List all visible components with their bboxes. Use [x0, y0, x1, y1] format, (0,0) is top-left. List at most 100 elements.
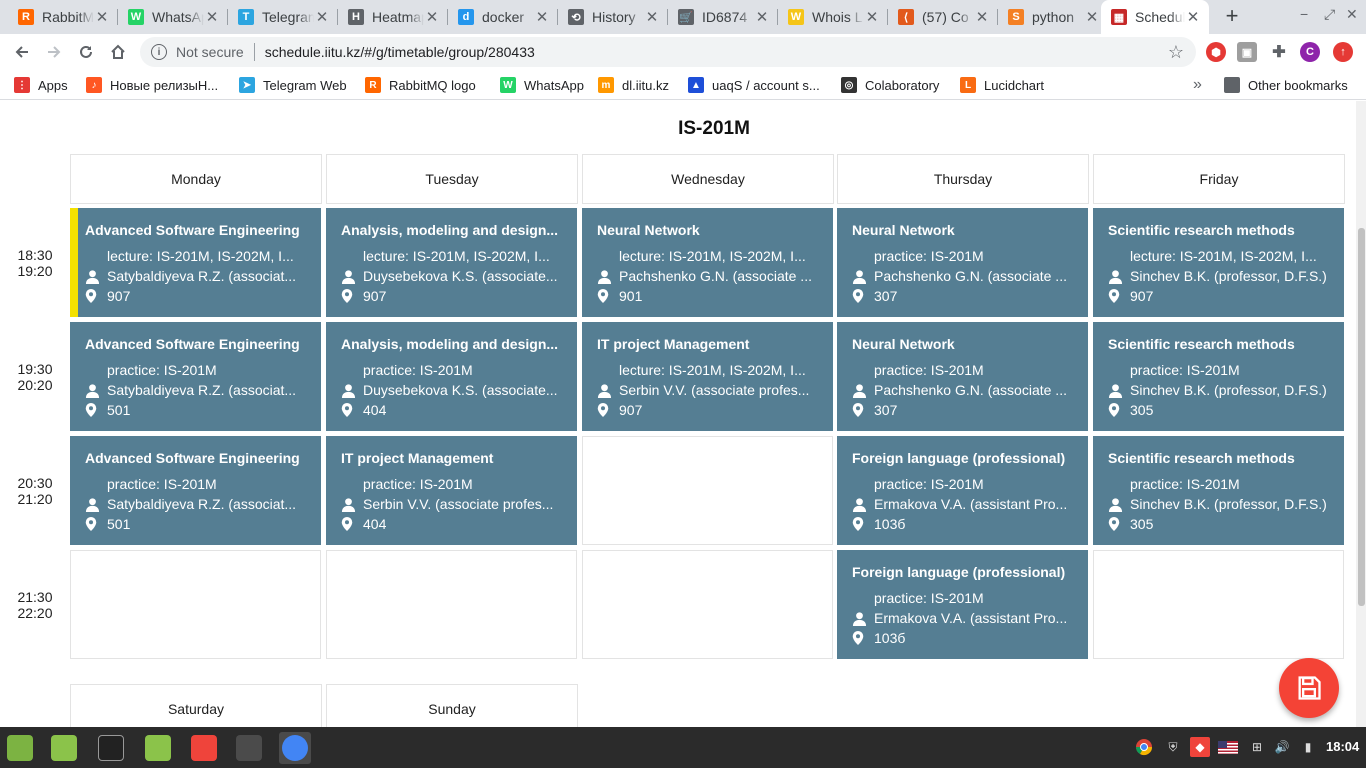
empty-slot[interactable] [582, 550, 833, 659]
lesson-card[interactable]: Analysis, modeling and design... practice… [326, 322, 577, 431]
lesson-card[interactable]: Foreign language (professional) practice:… [837, 436, 1088, 545]
time-slot-label: 18:30 19:20 [0, 247, 70, 279]
tab-favicon-icon: W [788, 9, 804, 25]
bookmark-item[interactable]: R RabbitMQ logo [365, 76, 476, 94]
lesson-card[interactable]: Advanced Software Engineering practice: I… [70, 322, 321, 431]
lesson-subject: Neural Network [597, 222, 700, 238]
location-pin-icon [1108, 517, 1130, 531]
volume-icon[interactable]: 🔊 [1272, 737, 1292, 757]
browser-tab[interactable]: W Whois L ✕ [778, 0, 888, 34]
lesson-teacher: Ermakova V.A. (assistant Pro... [874, 496, 1068, 512]
chrome-icon[interactable] [279, 732, 311, 764]
new-tab-button[interactable]: + [1220, 5, 1244, 29]
reload-button[interactable] [73, 39, 99, 65]
sublime-icon[interactable] [233, 732, 265, 764]
save-button[interactable] [1279, 658, 1339, 718]
home-button[interactable] [105, 39, 131, 65]
bookmark-item[interactable]: L Lucidchart [960, 76, 1044, 94]
bookmarks-overflow-button[interactable]: » [1193, 76, 1202, 94]
browser-tab[interactable]: 🛒 ID6874 ✕ [668, 0, 778, 34]
tab-close-icon[interactable]: ✕ [1084, 8, 1100, 26]
minimize-button[interactable]: − [1300, 6, 1308, 22]
lesson-card[interactable]: Foreign language (professional) practice:… [837, 550, 1088, 659]
lesson-card[interactable]: Scientific research methods lecture: IS-2… [1093, 208, 1344, 317]
page-scrollbar-thumb[interactable] [1358, 228, 1365, 606]
lesson-card[interactable]: Neural Network practice: IS-201M Pachshenk… [837, 208, 1088, 317]
address-bar[interactable]: i Not secure schedule.iitu.kz/#/g/timeta… [140, 37, 1196, 67]
lesson-card[interactable]: IT project Management lecture: IS-201M, I… [582, 322, 833, 431]
lesson-card[interactable]: Advanced Software Engineering practice: I… [70, 436, 321, 545]
tab-close-icon[interactable]: ✕ [644, 8, 660, 26]
taskbar-clock[interactable]: 18:04 [1326, 739, 1359, 754]
back-button[interactable] [9, 39, 35, 65]
lesson-room-row: 307 [852, 288, 1078, 304]
tab-close-icon[interactable]: ✕ [204, 8, 220, 26]
tab-close-icon[interactable]: ✕ [94, 8, 110, 26]
day-header: Tuesday [326, 154, 578, 204]
anydesk-icon[interactable] [188, 732, 220, 764]
bookmark-item[interactable]: ⋮ Apps [14, 76, 68, 94]
extensions-puzzle-icon[interactable]: ✚ [1269, 42, 1289, 62]
tab-close-icon[interactable]: ✕ [534, 8, 550, 26]
terminal-icon[interactable] [95, 732, 127, 764]
bookmark-star-icon[interactable]: ☆ [1168, 42, 1184, 63]
keyboard-layout-flag-icon[interactable] [1218, 737, 1238, 757]
tab-close-icon[interactable]: ✕ [864, 8, 880, 26]
location-pin-icon [1108, 289, 1130, 303]
empty-slot[interactable] [1093, 550, 1344, 659]
tab-close-icon[interactable]: ✕ [974, 8, 990, 26]
browser-tab[interactable]: d docker ✕ [448, 0, 558, 34]
info-icon[interactable]: i [151, 44, 167, 60]
browser-tab[interactable]: Spython ✕ [998, 0, 1108, 34]
lesson-card[interactable]: Neural Network lecture: IS-201M, IS-202M,… [582, 208, 833, 317]
bookmark-item[interactable]: W WhatsApp [500, 76, 584, 94]
tab-close-icon[interactable]: ✕ [1185, 8, 1201, 26]
folder-icon[interactable] [142, 732, 174, 764]
lesson-card[interactable]: Analysis, modeling and design... lecture:… [326, 208, 577, 317]
profile-avatar[interactable]: C [1300, 42, 1320, 62]
update-alert-icon[interactable]: ↑ [1333, 42, 1353, 62]
restore-button[interactable]: ⤢ [1324, 6, 1335, 23]
lesson-room-row: 501 [85, 516, 311, 532]
bookmark-item[interactable]: ▲ uaqS / account s... [688, 76, 820, 94]
location-pin-icon [85, 403, 107, 417]
extension-icon[interactable]: ▣ [1237, 42, 1257, 62]
empty-slot[interactable] [582, 436, 833, 545]
anydesk-tray-icon[interactable]: ◆ [1190, 737, 1210, 757]
adblock-extension-icon[interactable]: ⬢ [1206, 42, 1226, 62]
browser-tab[interactable]: ▦ Schedule✕ [1101, 0, 1209, 34]
url-text[interactable]: schedule.iitu.kz/#/g/timetable/group/280… [265, 44, 535, 60]
bookmark-item[interactable]: ➤ Telegram Web [239, 76, 347, 94]
tab-close-icon[interactable]: ✕ [424, 8, 440, 26]
person-icon [1108, 383, 1130, 398]
browser-tab[interactable]: ⟲ History ✕ [558, 0, 668, 34]
browser-tab[interactable]: W WhatsApp✕ [118, 0, 228, 34]
browser-tab[interactable]: T Telegram ✕ [228, 0, 338, 34]
network-icon[interactable]: ⊞ [1247, 737, 1267, 757]
forward-button[interactable] [41, 39, 67, 65]
browser-tab[interactable]: H Heatmap ✕ [338, 0, 448, 34]
browser-tab[interactable]: R RabbitMQ✕ [8, 0, 118, 34]
lesson-teacher: Ermakova V.A. (assistant Pro... [874, 610, 1068, 626]
tab-close-icon[interactable]: ✕ [314, 8, 330, 26]
close-window-button[interactable]: ✕ [1346, 6, 1358, 23]
lesson-card[interactable]: IT project Management practice: IS-201M Se… [326, 436, 577, 545]
other-bookmarks[interactable]: Other bookmarks [1224, 76, 1348, 94]
shield-icon[interactable]: ⛨ [1163, 737, 1183, 757]
bookmark-item[interactable]: m dl.iitu.kz [598, 76, 669, 94]
bookmark-item[interactable]: ◎ Colaboratory [841, 76, 939, 94]
lesson-card[interactable]: Scientific research methods practice: IS-… [1093, 436, 1344, 545]
lesson-card[interactable]: Advanced Software Engineering lecture: IS… [70, 208, 321, 317]
empty-slot[interactable] [70, 550, 321, 659]
browser-tab[interactable]: ⟨ (57) Co ✕ [888, 0, 998, 34]
mint-menu-icon[interactable] [4, 732, 36, 764]
lesson-card[interactable]: Scientific research methods practice: IS-… [1093, 322, 1344, 431]
chrome-tray-icon[interactable] [1134, 737, 1154, 757]
empty-slot[interactable] [326, 550, 577, 659]
bookmark-item[interactable]: ♪ Новые релизыН... [86, 76, 218, 94]
files-icon[interactable] [48, 732, 80, 764]
lesson-card[interactable]: Neural Network practice: IS-201M Pachshenk… [837, 322, 1088, 431]
time-slot-label: 20:30 21:20 [0, 475, 70, 507]
battery-icon[interactable]: ▮ [1298, 737, 1318, 757]
tab-close-icon[interactable]: ✕ [754, 8, 770, 26]
